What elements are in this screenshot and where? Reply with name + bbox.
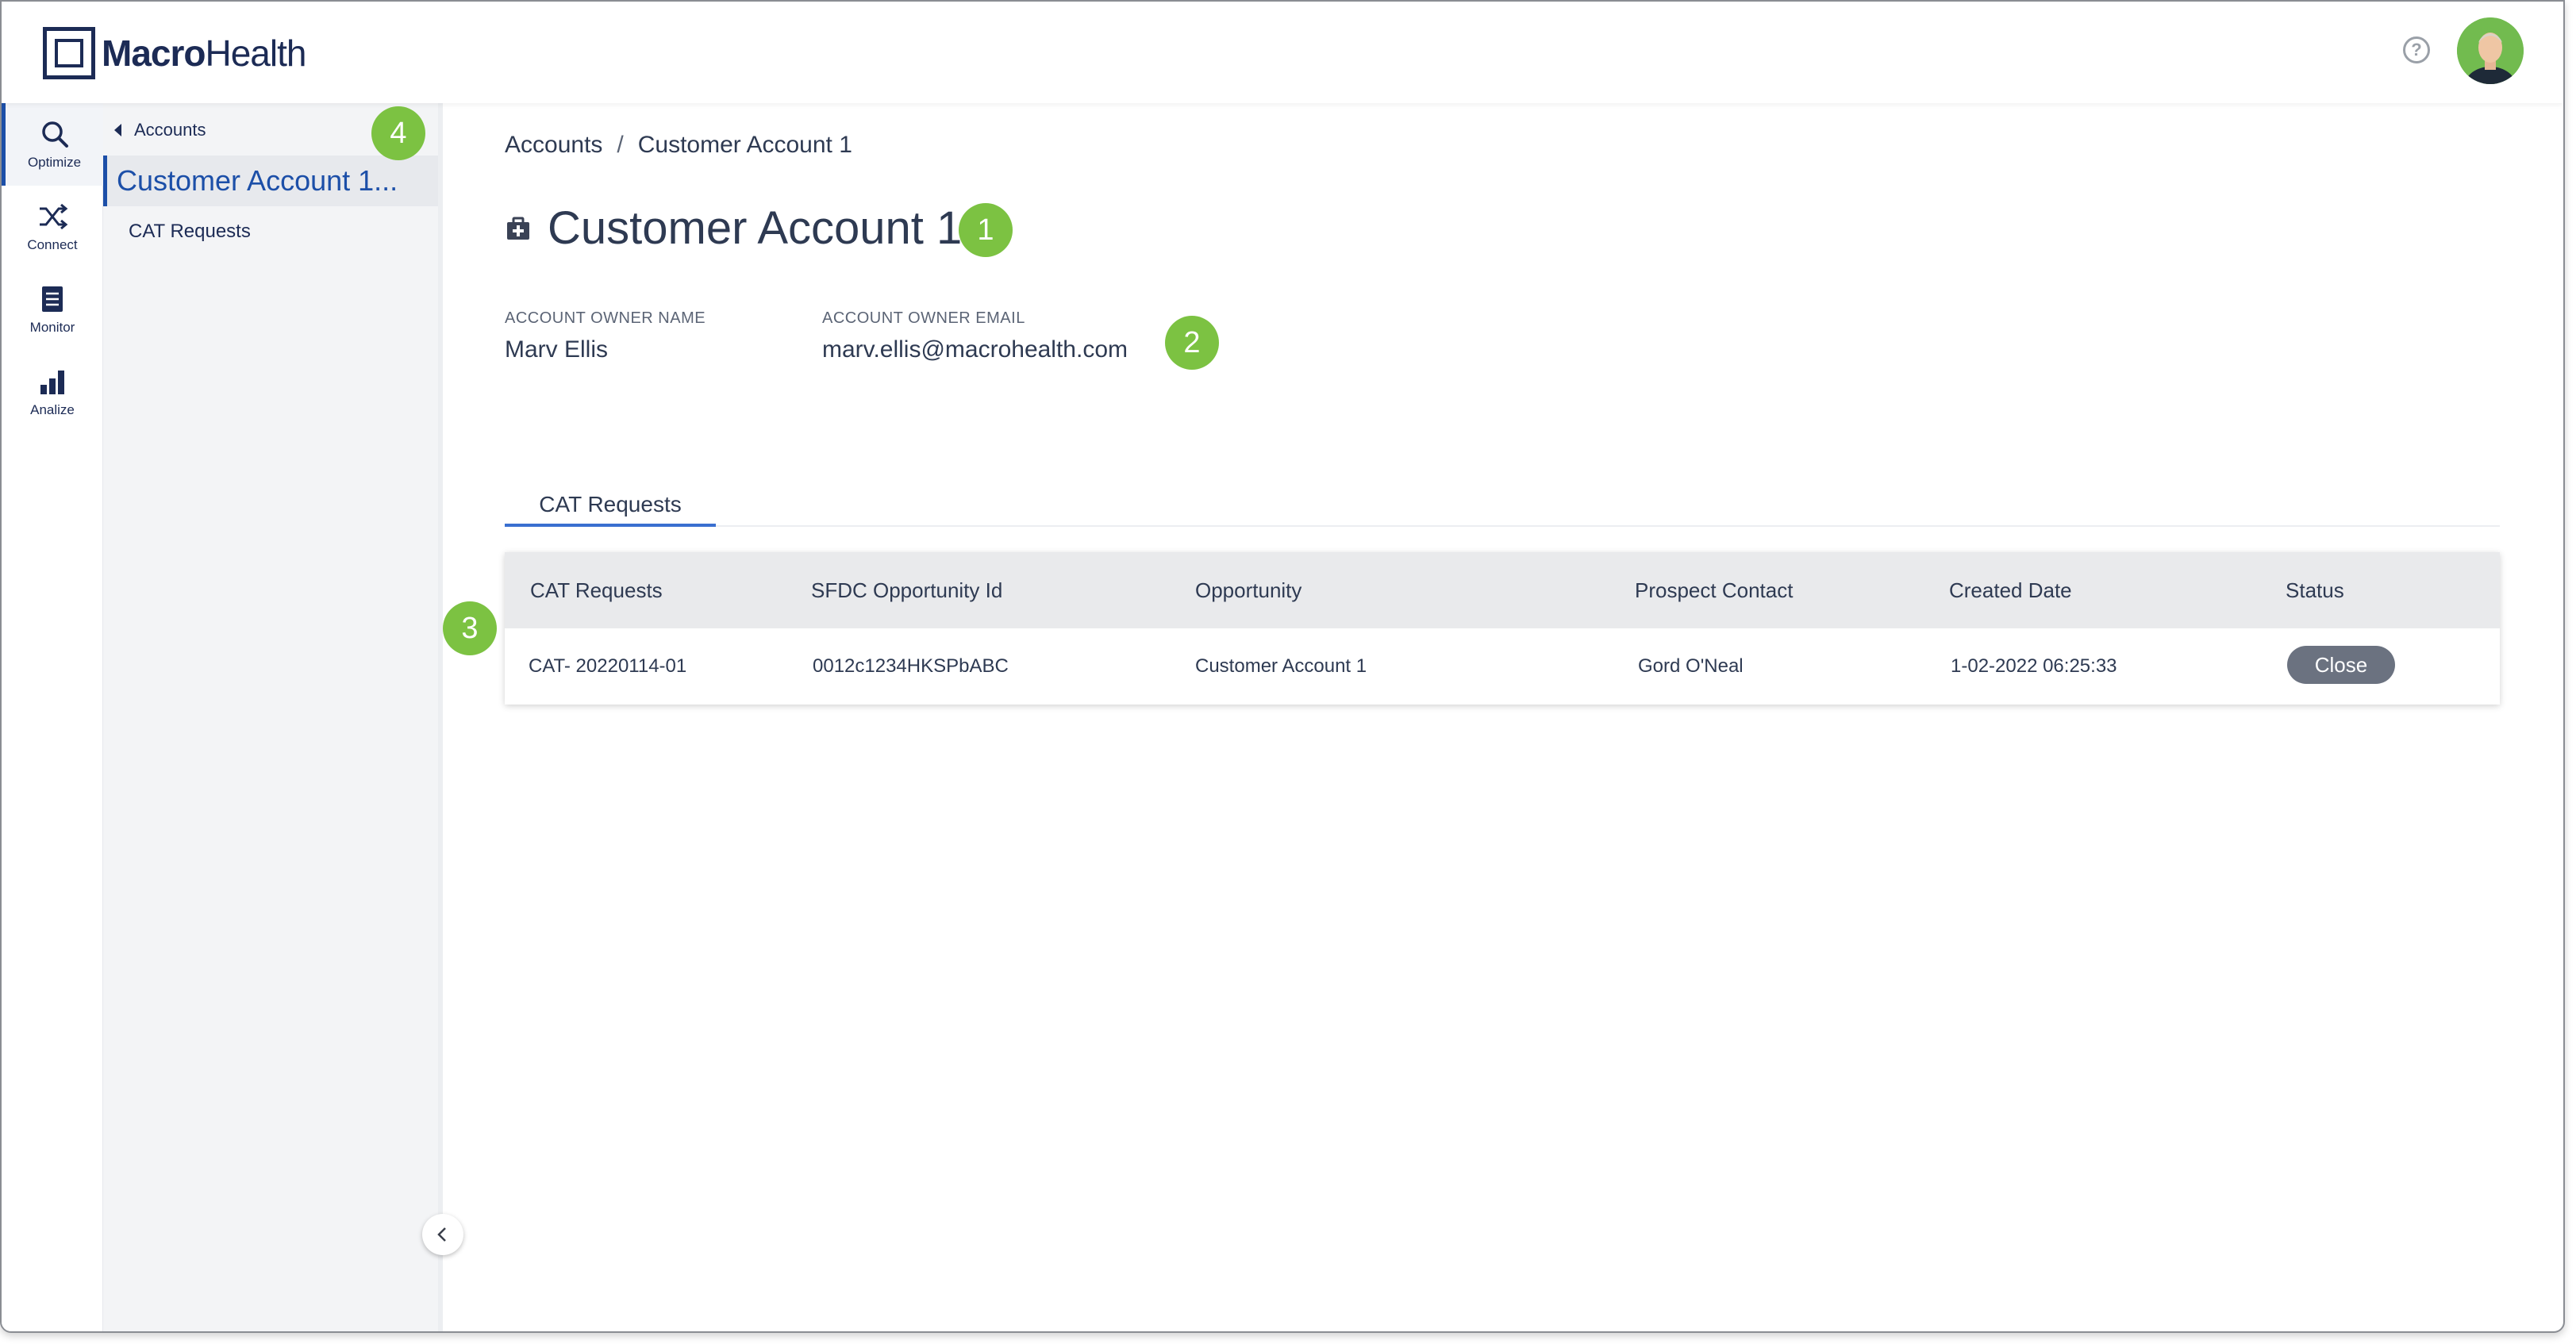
medical-briefcase-icon xyxy=(507,217,529,240)
page-title-row: Customer Account 1 xyxy=(505,202,962,255)
rail-item-optimize[interactable]: Optimize xyxy=(2,103,103,186)
table-header xyxy=(505,552,2500,628)
back-label: Accounts xyxy=(134,120,206,140)
column-header-prospect-contact[interactable]: Prospect Contact xyxy=(1635,552,1793,628)
avatar[interactable] xyxy=(2457,17,2524,84)
owner-email-value: marv.ellis@macrohealth.com xyxy=(822,336,1128,363)
breadcrumb-separator: / xyxy=(617,132,624,158)
bar-chart-icon xyxy=(40,371,64,394)
owner-email-label: ACCOUNT OWNER EMAIL xyxy=(822,309,1025,327)
icon-rail: Optimize Connect Monitor Analize xyxy=(2,103,103,1331)
breadcrumb: Accounts / Customer Account 1 xyxy=(505,132,852,159)
callout-marker-2: 2 xyxy=(1165,316,1219,370)
breadcrumb-current: Customer Account 1 xyxy=(637,132,852,158)
status-badge[interactable]: Close xyxy=(2287,646,2395,684)
callout-marker-4: 4 xyxy=(371,106,425,160)
shuffle-icon xyxy=(40,203,68,230)
cell-cat-request-id[interactable]: CAT- 20220114-01 xyxy=(529,628,686,705)
back-to-accounts-link[interactable]: Accounts xyxy=(114,114,206,146)
secondary-nav: Accounts Customer Account 1... CAT Reque… xyxy=(103,103,443,1331)
tab-bar: CAT Requests xyxy=(505,486,2500,527)
tab-cat-requests[interactable]: CAT Requests xyxy=(505,486,716,527)
help-icon[interactable]: ? xyxy=(2403,36,2430,63)
top-header: MacroHealth ? xyxy=(2,2,2563,103)
column-header-status[interactable]: Status xyxy=(2286,552,2344,628)
rail-item-analize[interactable]: Analize xyxy=(2,351,103,433)
monitor-icon xyxy=(42,286,63,312)
page-title: Customer Account 1 xyxy=(548,202,963,254)
cell-created-date: 1-02-2022 06:25:33 xyxy=(1951,655,2117,677)
column-header-created-date[interactable]: Created Date xyxy=(1949,552,2072,628)
cell-opportunity: Customer Account 1 xyxy=(1195,655,1367,677)
cell-sfdc-opportunity-id: 0012c1234HKSPbABC xyxy=(813,655,1009,677)
subnav-current-account[interactable]: Customer Account 1... xyxy=(103,156,438,206)
caret-left-icon xyxy=(114,124,121,136)
cell-prospect-contact: Gord O'Neal xyxy=(1638,655,1744,677)
chevron-left-icon xyxy=(437,1227,446,1242)
owner-name-label: ACCOUNT OWNER NAME xyxy=(505,309,706,327)
breadcrumb-accounts[interactable]: Accounts xyxy=(505,132,602,159)
search-icon xyxy=(41,121,68,148)
collapse-sidebar-button[interactable] xyxy=(422,1214,463,1255)
column-header-sfdc-opportunity-id[interactable]: SFDC Opportunity Id xyxy=(811,552,1002,628)
cat-requests-table: CAT Requests SFDC Opportunity Id Opportu… xyxy=(505,552,2500,705)
rail-item-monitor[interactable]: Monitor xyxy=(2,268,103,351)
rail-item-connect[interactable]: Connect xyxy=(2,186,103,268)
callout-marker-1: 1 xyxy=(959,203,1013,257)
column-header-opportunity[interactable]: Opportunity xyxy=(1195,552,1301,628)
subnav-item-cat-requests[interactable]: CAT Requests xyxy=(129,221,251,243)
rail-label: Analize xyxy=(30,402,75,417)
column-header-cat-requests[interactable]: CAT Requests xyxy=(530,552,663,628)
rail-label: Optimize xyxy=(27,155,82,170)
logo-mark-icon xyxy=(43,27,95,79)
owner-name-value: Marv Ellis xyxy=(505,336,609,363)
macrohealth-logo[interactable]: MacroHealth xyxy=(43,25,306,81)
callout-marker-3: 3 xyxy=(443,601,497,655)
rail-label: Connect xyxy=(27,237,78,252)
app-window: MacroHealth ? Optimize Connect Monitor A… xyxy=(0,0,2565,1333)
logo-text: MacroHealth xyxy=(102,33,306,74)
rail-label: Monitor xyxy=(29,320,75,335)
